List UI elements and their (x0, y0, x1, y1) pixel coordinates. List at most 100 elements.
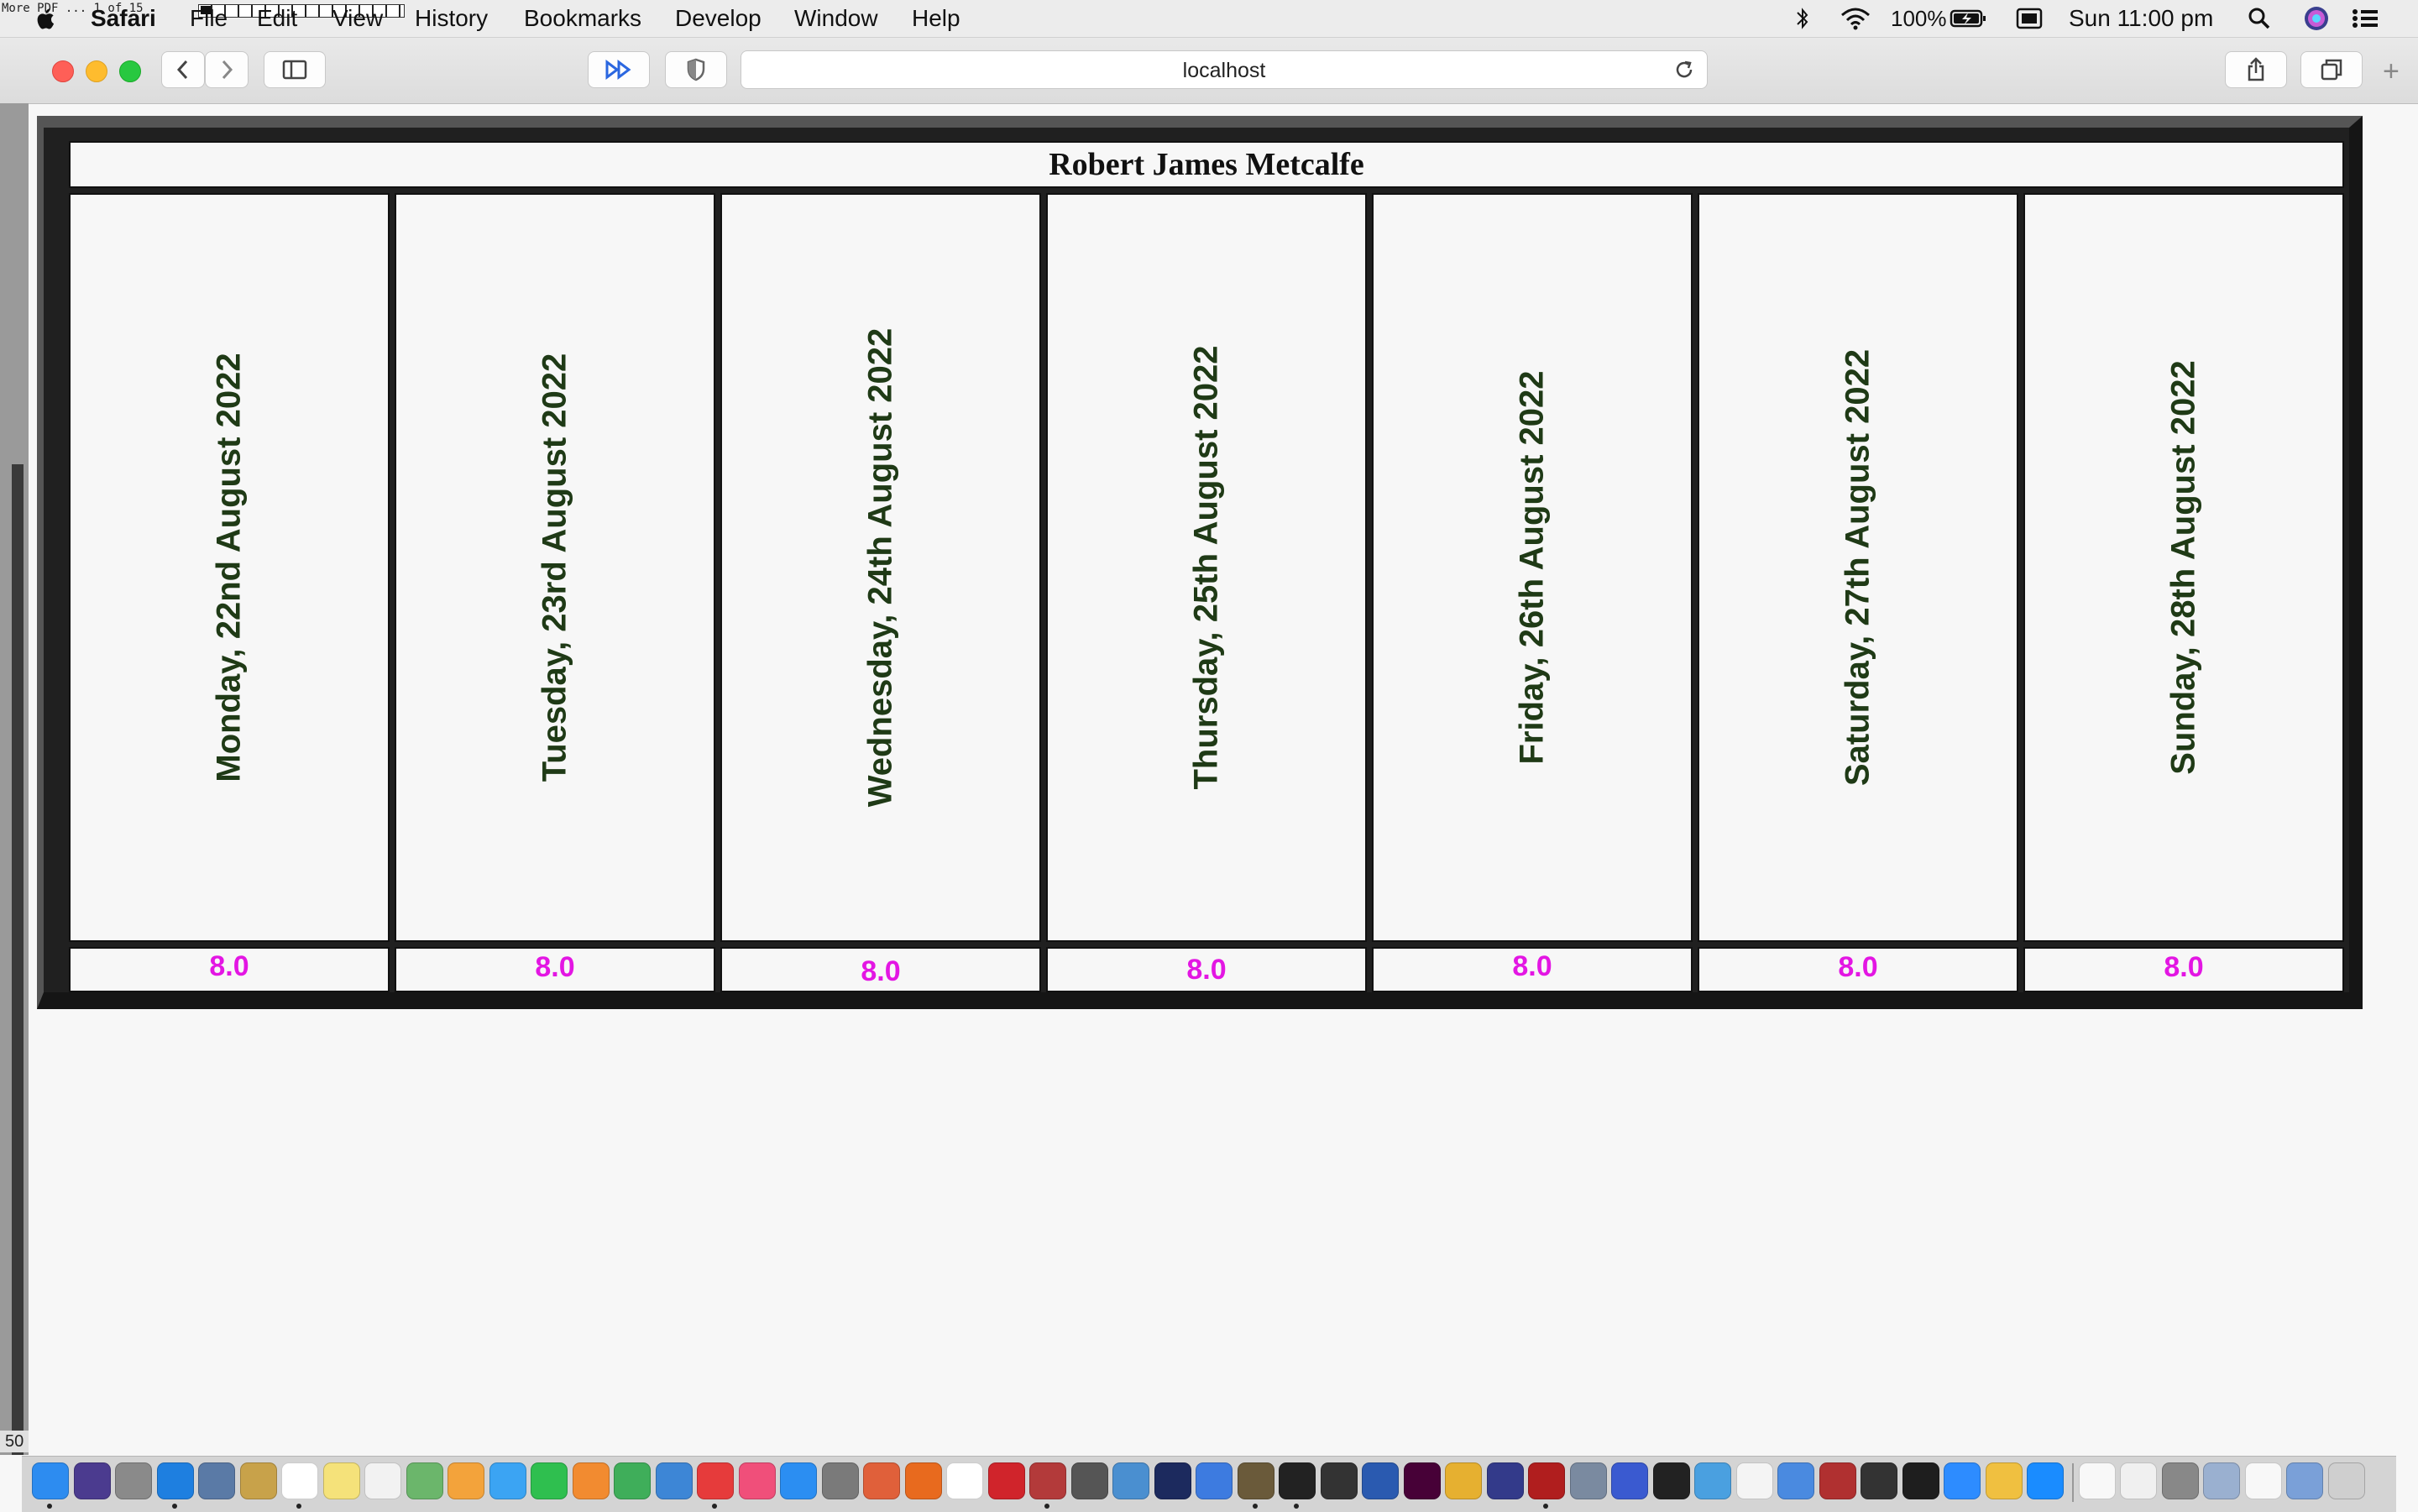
plus-icon: + (2383, 55, 2400, 87)
document-icon[interactable] (2078, 1462, 2116, 1499)
menu-edit[interactable]: Edit (257, 4, 297, 33)
battery-icon[interactable] (1950, 5, 1988, 32)
menu-clock[interactable]: Sun 11:00 pm (2069, 4, 2213, 33)
share-button[interactable] (2225, 51, 2287, 88)
r-icon[interactable] (1362, 1462, 1399, 1499)
battery-percentage: 100% (1891, 6, 1947, 31)
system-preferences-icon[interactable] (821, 1462, 859, 1499)
menu-help[interactable]: Help (912, 4, 960, 33)
messenger-icon[interactable] (2027, 1462, 2064, 1499)
address-bar[interactable]: localhost (741, 50, 1708, 89)
menu-bookmarks[interactable]: Bookmarks (524, 4, 641, 33)
hours-cell[interactable]: 8.0 (1046, 947, 1367, 992)
back-button[interactable] (161, 51, 205, 88)
document-icon[interactable] (2120, 1462, 2157, 1499)
day-header-cell: Saturday, 27th August 2022 (1698, 193, 2018, 942)
menu-history[interactable]: History (415, 4, 488, 33)
close-window-button[interactable] (52, 60, 74, 82)
gimp-icon[interactable] (1237, 1462, 1274, 1499)
minimize-window-button[interactable] (86, 60, 107, 82)
numbers-icon[interactable] (614, 1462, 651, 1499)
messages-icon[interactable] (489, 1462, 526, 1499)
menu-develop[interactable]: Develop (675, 4, 762, 33)
hours-cell[interactable]: 8.0 (1372, 947, 1693, 992)
reader-button[interactable] (588, 51, 650, 88)
cyberduck-icon[interactable] (1985, 1462, 2023, 1499)
zoom-window-button[interactable] (119, 60, 141, 82)
photos-icon[interactable] (447, 1462, 484, 1499)
inkscape-icon[interactable] (1320, 1462, 1358, 1499)
sidebar-button[interactable] (264, 51, 326, 88)
terminal-icon[interactable] (1279, 1462, 1316, 1499)
siri-icon[interactable] (2302, 5, 2331, 32)
tabs-button[interactable] (2300, 51, 2363, 88)
menu-window[interactable]: Window (794, 4, 878, 33)
x11-icon[interactable] (1861, 1462, 1897, 1499)
chevron-left-icon (176, 60, 188, 80)
disk-icon[interactable] (1569, 1462, 1607, 1499)
sequel-icon[interactable] (1070, 1462, 1108, 1499)
opera-icon[interactable] (987, 1462, 1025, 1499)
forward-button[interactable] (205, 51, 249, 88)
quicktime-icon[interactable] (1902, 1462, 1939, 1499)
filezilla-icon[interactable] (1528, 1462, 1565, 1499)
menu-view[interactable]: View (332, 4, 383, 33)
music-icon[interactable] (738, 1462, 776, 1499)
hours-cell[interactable]: 8.0 (69, 947, 390, 992)
applications-icon[interactable] (2286, 1462, 2323, 1499)
news-icon[interactable] (697, 1462, 734, 1499)
photo-booth-icon[interactable] (1029, 1462, 1066, 1499)
shortcuts-icon[interactable] (863, 1462, 900, 1499)
wifi-icon[interactable] (1839, 5, 1872, 32)
control-center-icon[interactable] (2351, 5, 2381, 32)
launchpad-icon[interactable] (115, 1462, 152, 1499)
siri-icon[interactable] (73, 1462, 111, 1499)
xcode-icon[interactable] (1196, 1462, 1233, 1499)
safari-icon[interactable] (156, 1462, 194, 1499)
font-icon[interactable] (1652, 1462, 1690, 1499)
spotlight-icon[interactable] (2247, 5, 2272, 32)
reminders-icon[interactable] (364, 1462, 401, 1499)
facetime-icon[interactable] (531, 1462, 568, 1499)
hours-cell[interactable]: 8.0 (1698, 947, 2018, 992)
keyboard-icon[interactable] (2015, 5, 2044, 32)
utilities-icon[interactable] (2161, 1462, 2199, 1499)
hours-cell[interactable]: 8.0 (395, 947, 715, 992)
textedit-icon[interactable] (1735, 1462, 1773, 1499)
reload-icon[interactable] (1673, 59, 1695, 81)
preview-icon[interactable] (198, 1462, 235, 1499)
xd-icon[interactable] (1403, 1462, 1441, 1499)
apple-icon[interactable] (34, 7, 55, 30)
notes-pad-icon[interactable] (322, 1462, 360, 1499)
chrome-icon[interactable] (946, 1462, 983, 1499)
headphones-icon[interactable] (1611, 1462, 1648, 1499)
day-header-cell: Monday, 22nd August 2022 (69, 193, 390, 942)
finalcut-icon[interactable] (1486, 1462, 1524, 1499)
maps-icon[interactable] (406, 1462, 443, 1499)
zoom-icon[interactable] (1944, 1462, 1981, 1499)
firefox-icon[interactable] (904, 1462, 942, 1499)
downloads-icon[interactable] (2203, 1462, 2240, 1499)
trash-icon[interactable] (2327, 1462, 2365, 1499)
color-icon[interactable] (1445, 1462, 1482, 1499)
box-icon[interactable] (1694, 1462, 1731, 1499)
folder-icon[interactable] (1777, 1462, 1814, 1499)
document-icon[interactable] (2244, 1462, 2282, 1499)
new-tab-button[interactable]: + (2383, 57, 2400, 86)
menu-app-name[interactable]: Safari (91, 4, 156, 33)
privacy-button[interactable] (665, 51, 727, 88)
finder-icon[interactable] (32, 1462, 69, 1499)
keynote-icon[interactable] (655, 1462, 693, 1499)
pages-icon[interactable] (572, 1462, 610, 1499)
day-label: Friday, 26th August 2022 (1513, 370, 1551, 765)
photoshop-icon[interactable] (1154, 1462, 1191, 1499)
calendar-icon[interactable] (281, 1462, 318, 1499)
notes-icon[interactable] (239, 1462, 277, 1499)
menu-file[interactable]: File (190, 4, 228, 33)
hours-cell[interactable]: 8.0 (720, 947, 1041, 992)
filezilla-like-icon[interactable] (1112, 1462, 1149, 1499)
hours-cell[interactable]: 8.0 (2023, 947, 2344, 992)
bluetooth-icon[interactable] (1793, 5, 1812, 32)
app-store-icon[interactable] (780, 1462, 817, 1499)
brush-icon[interactable] (1819, 1462, 1856, 1499)
